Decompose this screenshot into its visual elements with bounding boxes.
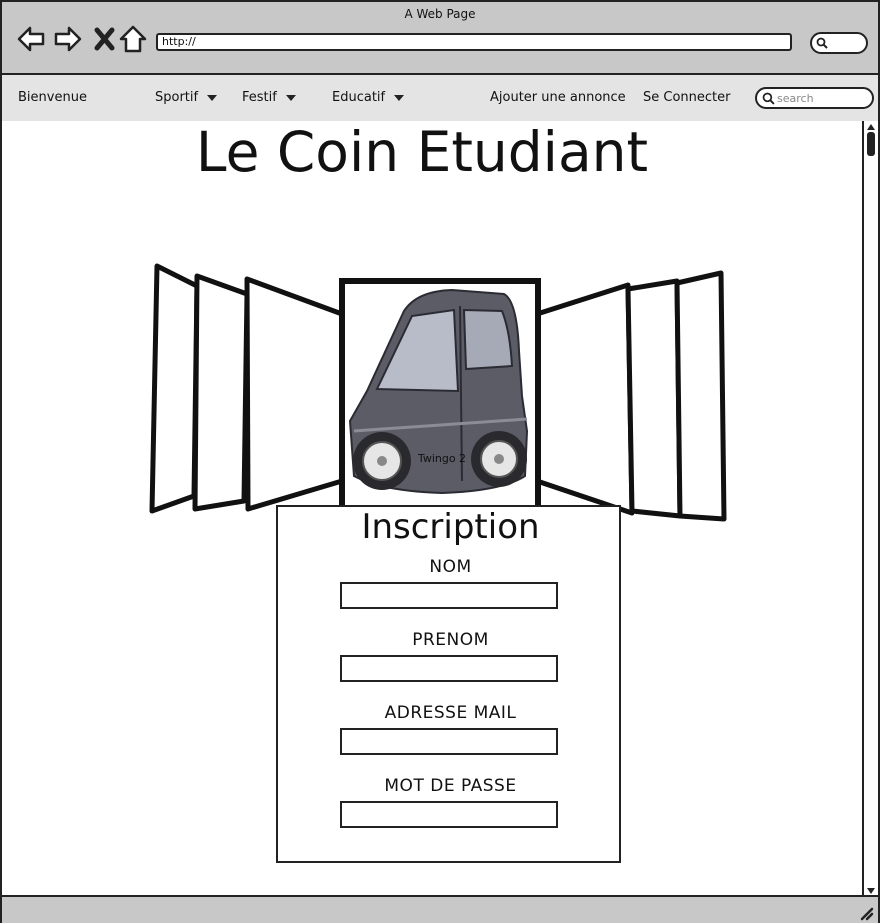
menu-label: Ajouter une annonce (490, 90, 626, 105)
browser-search-field[interactable] (810, 32, 868, 54)
back-arrow-icon[interactable] (16, 24, 46, 54)
caret-down-icon (285, 94, 296, 101)
address-bar[interactable]: http:// (156, 33, 792, 51)
page-content: Le Coin Etudiant Twingo 2 Inscription NO… (2, 121, 860, 895)
carousel-left-panel-2 (192, 273, 250, 512)
menu-label: Bienvenue (18, 90, 87, 105)
caret-down-icon (394, 94, 405, 101)
form-title: Inscription (361, 507, 540, 547)
scrollbar-thumb[interactable] (867, 132, 875, 156)
password-input[interactable] (340, 801, 558, 828)
email-input[interactable] (340, 728, 558, 755)
search-icon (762, 92, 775, 105)
site-menu-bar: Bienvenue Sportif Festif Educatif Ajoute… (2, 75, 878, 121)
menu-label: Festif (242, 90, 277, 105)
nom-input[interactable] (340, 582, 558, 609)
menu-item-se-connecter[interactable]: Se Connecter (643, 90, 730, 105)
inscription-form: Inscription NOM PRENOM ADRESSE MAIL MOT … (276, 505, 621, 863)
menu-item-festif[interactable]: Festif (242, 90, 296, 105)
field-label-prenom: PRENOM (412, 630, 489, 650)
browser-window: A Web Page http:// Bienvenue Sportif Fes… (0, 0, 880, 923)
scroll-up-arrow-icon[interactable] (866, 123, 876, 131)
scroll-down-arrow-icon[interactable] (866, 887, 876, 895)
menu-item-bienvenue[interactable]: Bienvenue (18, 90, 87, 105)
stop-x-icon[interactable] (90, 24, 120, 54)
site-search-box (755, 87, 874, 109)
window-title: A Web Page (404, 7, 476, 21)
carousel-right-panel-3 (534, 282, 635, 516)
vertical-scrollbar[interactable] (862, 121, 878, 897)
field-label-nom: NOM (429, 557, 472, 577)
caret-down-icon (207, 94, 218, 101)
carousel-caption: Twingo 2 (417, 452, 467, 465)
image-carousel[interactable] (142, 191, 732, 531)
resize-grip-icon[interactable] (858, 905, 874, 921)
forward-arrow-icon[interactable] (53, 24, 83, 54)
field-label-adresse-mail: ADRESSE MAIL (384, 703, 517, 723)
search-input[interactable] (777, 90, 867, 106)
menu-item-educatif[interactable]: Educatif (332, 90, 405, 105)
browser-toolbar: A Web Page http:// (2, 2, 878, 75)
carousel-left-panel-1 (149, 263, 200, 514)
menu-item-ajouter-annonce[interactable]: Ajouter une annonce (490, 90, 626, 105)
carousel-right-panel-2 (625, 278, 683, 519)
carousel-left-panel-3 (244, 276, 345, 512)
field-label-mot-de-passe: MOT DE PASSE (384, 776, 517, 796)
carousel-right-panel-1 (674, 270, 727, 522)
menu-label: Educatif (332, 90, 386, 105)
menu-label: Sportif (155, 90, 199, 105)
status-bar (2, 895, 878, 923)
page-title: Le Coin Etudiant (195, 120, 649, 184)
menu-label: Se Connecter (643, 90, 731, 105)
magnifier-icon (816, 37, 828, 49)
menu-item-sportif[interactable]: Sportif (155, 90, 218, 105)
home-icon[interactable] (118, 24, 148, 54)
prenom-input[interactable] (340, 655, 558, 682)
